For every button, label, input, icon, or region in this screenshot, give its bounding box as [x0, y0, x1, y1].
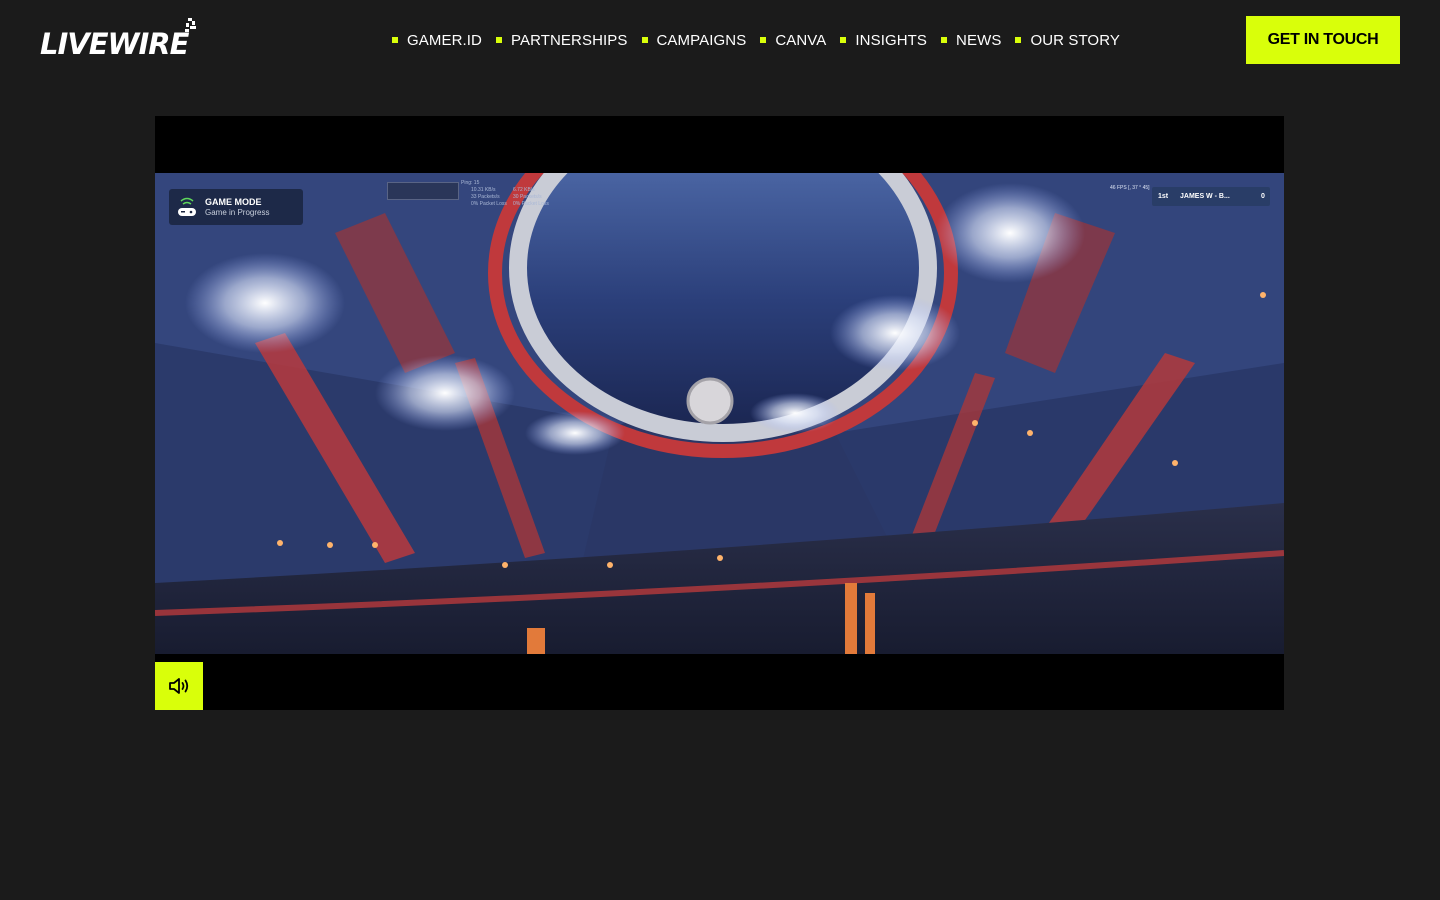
hud-player-name: JAMES W - B...: [1180, 193, 1230, 200]
nav-bullet: [641, 37, 648, 43]
stadium-scene-graphic: [155, 173, 1284, 654]
video-frame-image: GAME MODE Game in Progress Ping: 15 10.3…: [155, 173, 1284, 654]
nav-item-gamer-id[interactable]: GAMER.ID: [392, 32, 482, 49]
nav-label: GAMER.ID: [407, 31, 482, 49]
nav-bullet: [840, 37, 847, 43]
hud-mode-status: Game in Progress: [205, 207, 270, 217]
nav-bullet: [392, 37, 398, 43]
nav-bullet: [760, 37, 767, 43]
hud-up-packets: 33 Packets/s: [471, 194, 500, 200]
livewire-logo[interactable]: LIVEWIRE: [40, 18, 200, 62]
nav-bullet: [1015, 37, 1022, 43]
logo-pixel-icon: [185, 18, 196, 32]
hud-down-loss: 0% Packet Loss: [513, 201, 549, 207]
main-nav: GAMER.ID PARTNERSHIPS CAMPAIGNS CANVA IN…: [392, 29, 1134, 51]
nav-item-canva[interactable]: CANVA: [760, 32, 826, 49]
mute-toggle-button[interactable]: [155, 662, 203, 710]
hud-place: 1st: [1157, 193, 1169, 200]
hud-network-stats: Ping: 15 10.31 KB/s 33 Packets/s 0% Pack…: [387, 178, 549, 214]
gamepad-icon: [169, 189, 205, 225]
nav-label: OUR STORY: [1030, 31, 1120, 49]
nav-label: CAMPAIGNS: [656, 31, 747, 49]
hud-game-mode-panel: GAME MODE Game in Progress: [169, 189, 303, 225]
nav-item-campaigns[interactable]: CAMPAIGNS: [641, 31, 747, 49]
hud-mode-title: GAME MODE: [205, 196, 262, 207]
site-header: LIVEWIRE GAMER.ID PARTNERSHIPS CAMPAIGNS…: [0, 0, 1440, 80]
nav-label: CANVA: [775, 31, 827, 49]
hud-points: 0: [1261, 193, 1265, 200]
hud-fps: 46 FPS [, 37 ° 45]: [1110, 185, 1150, 191]
hud-down-packets: 30 Packets/s: [513, 194, 542, 200]
get-in-touch-button[interactable]: GET IN TOUCH: [1246, 16, 1400, 64]
nav-label: NEWS: [956, 31, 1002, 49]
logo-wordmark: LIVEWIRE: [40, 27, 189, 61]
nav-item-partnerships[interactable]: PARTNERSHIPS: [495, 31, 628, 49]
nav-item-news[interactable]: NEWS: [941, 32, 1001, 49]
nav-label: INSIGHTS: [855, 31, 928, 49]
hud-up-rate: 10.31 KB/s: [471, 187, 496, 193]
hud-net-bar: [387, 182, 459, 200]
hud-down-rate: 6.72 KB/s: [513, 187, 535, 193]
nav-bullet: [941, 37, 948, 43]
nav-bullet: [495, 37, 502, 43]
nav-label: PARTNERSHIPS: [510, 31, 628, 49]
nav-item-insights[interactable]: INSIGHTS: [840, 32, 927, 49]
hud-scoreboard: 1st JAMES W - B... 0: [1152, 187, 1270, 206]
speaker-volume-icon: [169, 678, 189, 694]
video-player[interactable]: GAME MODE Game in Progress Ping: 15 10.3…: [155, 116, 1284, 710]
nav-item-our-story[interactable]: OUR STORY: [1015, 32, 1120, 49]
hud-ping: Ping: 15: [461, 180, 480, 186]
hud-up-loss: 0% Packet Loss: [471, 201, 507, 207]
